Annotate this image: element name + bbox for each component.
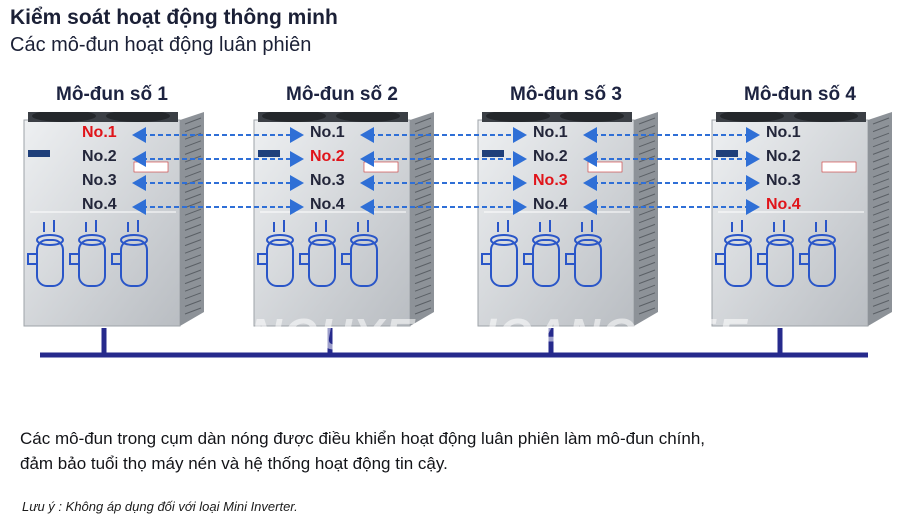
watermark: NGUYEN HOANG REE — [250, 310, 749, 359]
note: Lưu ý : Không áp dụng đối với loại Mini … — [22, 499, 298, 514]
module-2-label-4: No.4 — [310, 196, 345, 213]
module-2-label-3: No.3 — [310, 172, 345, 189]
module-4-label-3: No.3 — [766, 172, 801, 189]
module-4-label-2: No.2 — [766, 148, 801, 165]
module-4-label-1: No.1 — [766, 124, 801, 141]
module-1-label-4: No.4 — [82, 196, 117, 213]
module-3-label-2: No.2 — [533, 148, 568, 165]
module-label-2: Mô-đun số 2 — [286, 84, 398, 105]
module-label-3: Mô-đun số 3 — [510, 84, 622, 105]
description-line-1: Các mô-đun trong cụm dàn nóng được điều … — [20, 429, 706, 448]
module-2-label-1: No.1 — [310, 124, 345, 141]
module-1-label-3: No.3 — [82, 172, 117, 189]
module-3-label-3: No.3 — [533, 172, 568, 189]
module-4-label-4: No.4 — [766, 196, 801, 213]
rotation-arrows — [132, 127, 760, 215]
module-label-1: Mô-đun số 1 — [56, 84, 168, 105]
module-label-4: Mô-đun số 4 — [744, 84, 856, 105]
module-3-label-1: No.1 — [533, 124, 568, 141]
description: Các mô-đun trong cụm dàn nóng được điều … — [20, 426, 880, 476]
description-line-2: đảm bảo tuổi thọ máy nén và hệ thống hoạ… — [20, 454, 448, 473]
module-3-label-4: No.4 — [533, 196, 568, 213]
module-1-label-2: No.2 — [82, 148, 117, 165]
module-1-label-1: No.1 — [82, 124, 117, 141]
module-2-label-2: No.2 — [310, 148, 345, 165]
